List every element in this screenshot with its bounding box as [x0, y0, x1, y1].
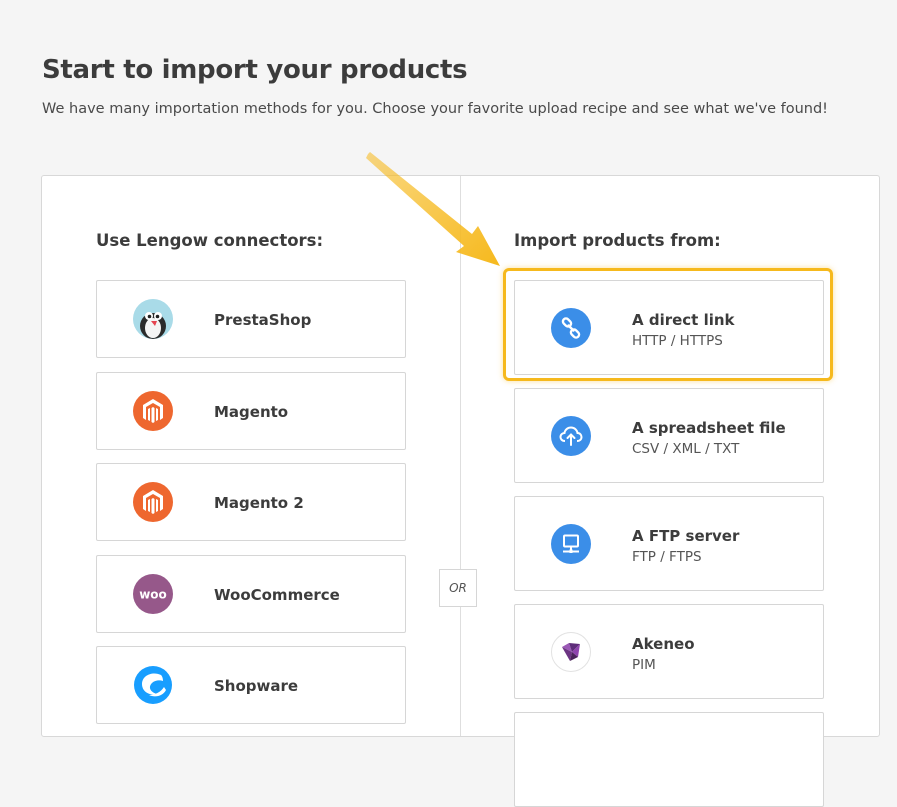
connector-label: Magento [214, 403, 289, 421]
source-ftp-server[interactable]: A FTP server FTP / FTPS [514, 496, 824, 591]
woocommerce-icon: woo [133, 574, 173, 614]
connector-shopware[interactable]: Shopware [96, 646, 406, 724]
magento-icon [133, 482, 173, 522]
source-formats: CSV / XML / TXT [632, 441, 740, 457]
source-label: A FTP server [632, 527, 740, 545]
connector-magento-2[interactable]: Magento 2 [96, 463, 406, 541]
or-separator: OR [439, 569, 477, 607]
svg-text:woo: woo [139, 588, 167, 602]
connector-label: Magento 2 [214, 494, 304, 512]
akeneo-icon [551, 632, 591, 672]
connector-label: Shopware [214, 677, 299, 695]
sources-title: Import products from: [514, 231, 721, 250]
server-icon [551, 524, 591, 564]
shopware-icon [133, 665, 173, 705]
connector-label: PrestaShop [214, 311, 312, 329]
source-label: Akeneo [632, 635, 695, 653]
cloud-upload-icon [551, 416, 591, 456]
highlight-box [503, 268, 833, 381]
source-next-card[interactable] [514, 712, 824, 807]
connector-woocommerce[interactable]: woo WooCommerce [96, 555, 406, 633]
connectors-title: Use Lengow connectors: [96, 231, 324, 250]
connector-prestashop[interactable]: PrestaShop [96, 280, 406, 358]
annotation-arrow-icon [366, 152, 500, 266]
source-type: PIM [632, 657, 656, 673]
page-title: Start to import your products [42, 55, 468, 85]
source-protocols: FTP / FTPS [632, 549, 702, 565]
connector-magento[interactable]: Magento [96, 372, 406, 450]
source-label: A spreadsheet file [632, 419, 786, 437]
connector-label: WooCommerce [214, 586, 340, 604]
magento-icon [133, 391, 173, 431]
source-akeneo[interactable]: Akeneo PIM [514, 604, 824, 699]
source-spreadsheet-file[interactable]: A spreadsheet file CSV / XML / TXT [514, 388, 824, 483]
prestashop-icon [133, 299, 173, 339]
page-subtitle: We have many importation methods for you… [42, 101, 828, 117]
